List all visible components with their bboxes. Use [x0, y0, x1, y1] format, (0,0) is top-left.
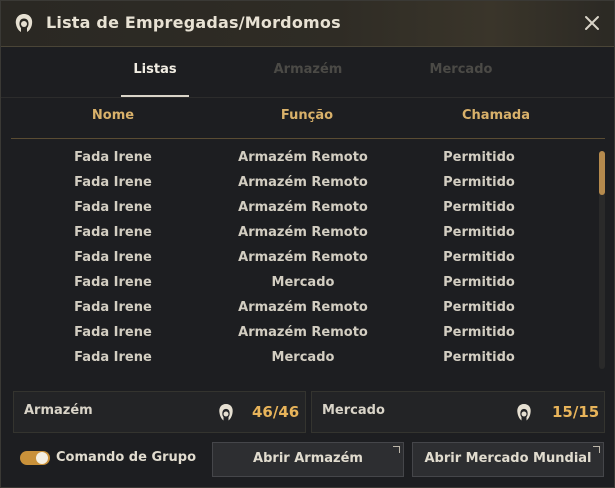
title-bar: Lista de Empregadas/Mordomos [1, 1, 614, 47]
cell-function: Armazém Remoto [238, 225, 368, 240]
tab-armazem[interactable]: Armazém [263, 62, 353, 77]
maid-list-window: Lista de Empregadas/Mordomos Listas Arma… [0, 0, 615, 488]
cell-name: Fada Irene [74, 200, 152, 215]
cell-name: Fada Irene [74, 275, 152, 290]
cell-function: Armazém Remoto [238, 250, 368, 265]
table-row[interactable]: Fada Irene Armazém Remoto Permitido [1, 221, 591, 246]
market-counter-value: 15/15 [552, 403, 600, 421]
expand-corner-icon [593, 446, 600, 453]
servant-list: Fada Irene Armazém Remoto Permitido Fada… [1, 146, 591, 371]
table-row[interactable]: Fada Irene Mercado Permitido [1, 271, 591, 296]
cell-call: Permitido [443, 150, 515, 165]
table-row[interactable]: Fada Irene Armazém Remoto Permitido [1, 321, 591, 346]
table-row[interactable]: Fada Irene Armazém Remoto Permitido [1, 171, 591, 196]
maid-icon [517, 404, 531, 421]
column-header-call: Chamada [462, 108, 530, 123]
close-icon[interactable] [582, 13, 602, 33]
market-counter: Mercado 15/15 [311, 391, 605, 433]
cell-name: Fada Irene [74, 325, 152, 340]
cell-function: Mercado [271, 275, 335, 290]
group-command-toggle[interactable] [20, 451, 50, 465]
scrollbar[interactable] [599, 151, 605, 369]
group-command-label: Comando de Grupo [56, 450, 197, 465]
table-row[interactable]: Fada Irene Armazém Remoto Permitido [1, 146, 591, 171]
column-header-name: Nome [91, 108, 135, 123]
maid-icon [15, 14, 33, 32]
cell-name: Fada Irene [74, 225, 152, 240]
table-row[interactable]: Fada Irene Mercado Permitido [1, 346, 591, 371]
warehouse-counter: Armazém 46/46 [13, 391, 306, 433]
cell-call: Permitido [443, 200, 515, 215]
cell-call: Permitido [443, 275, 515, 290]
open-warehouse-button[interactable]: Abrir Armazém [212, 442, 404, 477]
cell-call: Permitido [443, 325, 515, 340]
cell-function: Armazém Remoto [238, 300, 368, 315]
tab-mercado[interactable]: Mercado [416, 62, 506, 77]
divider [11, 138, 605, 139]
cell-call: Permitido [443, 225, 515, 240]
cell-function: Mercado [271, 350, 335, 365]
cell-function: Armazém Remoto [238, 150, 368, 165]
column-header-function: Função [280, 108, 334, 123]
cell-name: Fada Irene [74, 300, 152, 315]
cell-call: Permitido [443, 175, 515, 190]
cell-call: Permitido [443, 250, 515, 265]
table-row[interactable]: Fada Irene Armazém Remoto Permitido [1, 246, 591, 271]
window-title: Lista de Empregadas/Mordomos [46, 13, 341, 32]
cell-call: Permitido [443, 300, 515, 315]
cell-name: Fada Irene [74, 175, 152, 190]
tab-listas[interactable]: Listas [121, 62, 189, 77]
open-warehouse-label: Abrir Armazém [253, 451, 363, 466]
expand-corner-icon [393, 446, 400, 453]
cell-name: Fada Irene [74, 350, 152, 365]
cell-name: Fada Irene [74, 150, 152, 165]
toggle-knob [36, 452, 48, 464]
market-counter-label: Mercado [322, 403, 385, 418]
scrollbar-thumb[interactable] [599, 151, 605, 195]
table-row[interactable]: Fada Irene Armazém Remoto Permitido [1, 296, 591, 321]
cell-name: Fada Irene [74, 250, 152, 265]
cell-function: Armazém Remoto [238, 175, 368, 190]
cell-function: Armazém Remoto [238, 200, 368, 215]
open-world-market-button[interactable]: Abrir Mercado Mundial [412, 442, 604, 477]
table-row[interactable]: Fada Irene Armazém Remoto Permitido [1, 196, 591, 221]
warehouse-counter-label: Armazém [24, 403, 93, 418]
cell-call: Permitido [443, 350, 515, 365]
warehouse-counter-value: 46/46 [252, 403, 300, 421]
table-header: Nome Função Chamada [1, 98, 614, 138]
open-world-market-label: Abrir Mercado Mundial [424, 451, 592, 466]
tab-bar: Listas Armazém Mercado [1, 47, 614, 97]
maid-icon [219, 404, 233, 421]
cell-function: Armazém Remoto [238, 325, 368, 340]
